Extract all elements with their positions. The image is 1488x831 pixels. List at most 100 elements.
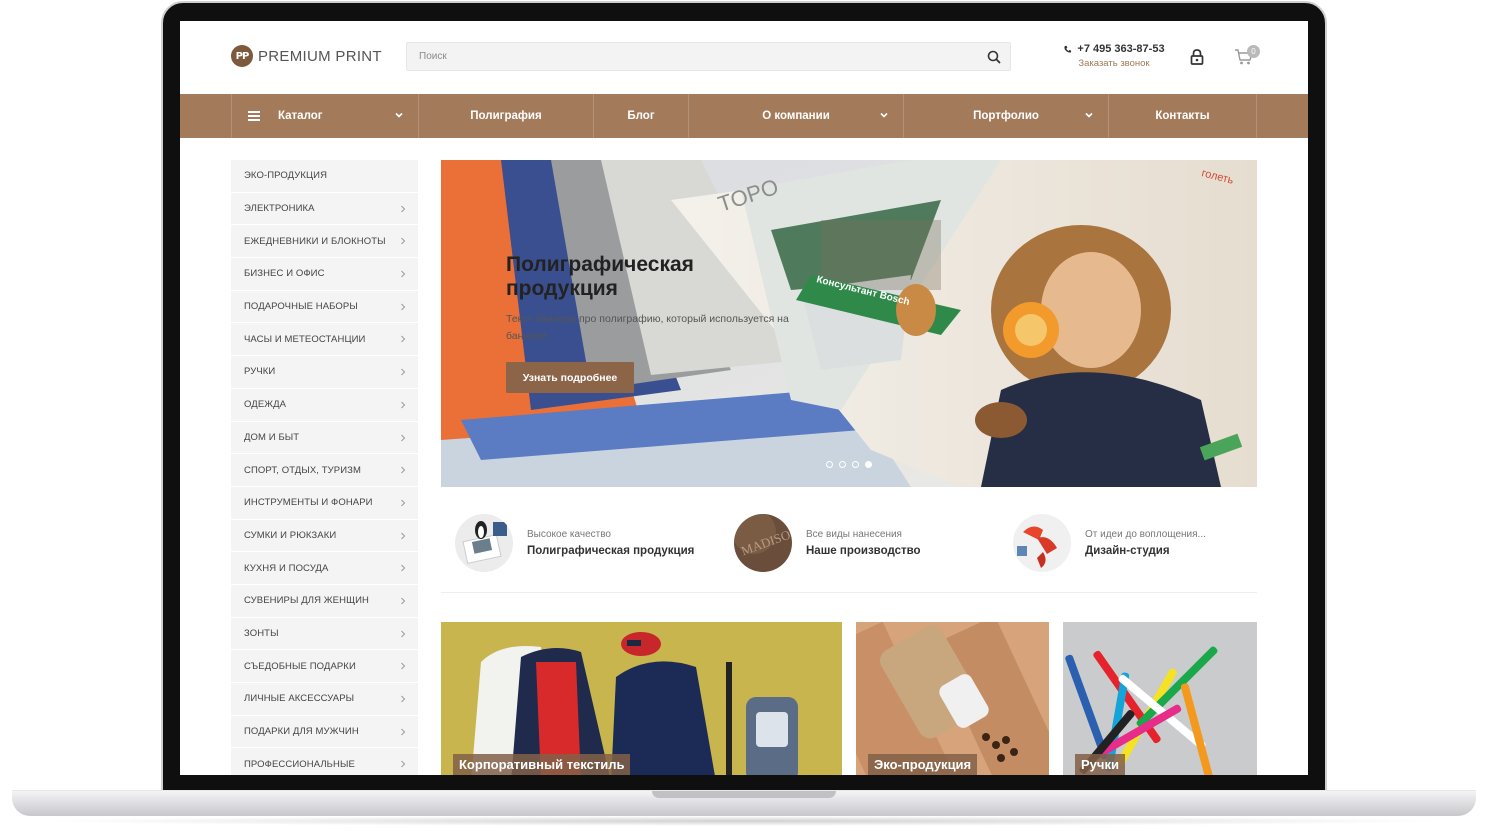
chevron-right-icon xyxy=(401,434,406,441)
chevron-right-icon xyxy=(401,597,406,605)
phone-number[interactable]: +7 495 363-87-53 xyxy=(1060,43,1168,55)
sidebar-item[interactable]: ЕЖЕДНЕВНИКИ И БЛОКНОТЫ xyxy=(231,225,418,259)
sidebar-item-label: ПОДАРКИ ДЛЯ МУЖЧИН xyxy=(244,726,359,738)
sidebar-item-label: СУВЕНИРЫ ДЛЯ ЖЕНЩИН xyxy=(244,595,369,607)
feature-image xyxy=(1013,514,1071,572)
tile-textile[interactable]: Корпоративный текстиль xyxy=(441,622,842,775)
cart-count-badge: 0 xyxy=(1247,45,1260,58)
sidebar-item-label: ПРОФЕССИОНАЛЬНЫЕ xyxy=(244,758,355,770)
tile-pens-image xyxy=(1063,622,1257,775)
feature-production[interactable]: MADISO Все виды нанесения Наше производс… xyxy=(734,507,921,579)
sidebar-item[interactable]: ПОДАРОЧНЫЕ НАБОРЫ xyxy=(231,291,418,324)
feature-subtitle: От идеи до воплощения... xyxy=(1085,529,1206,540)
tile-label: Эко-продукция xyxy=(868,754,978,775)
hamburger-icon xyxy=(248,111,260,121)
sidebar-item[interactable]: ИНСТРУМЕНТЫ И ФОНАРИ xyxy=(231,487,418,520)
chevron-right-icon xyxy=(401,238,406,245)
sidebar-item[interactable]: СЪЕДОБНЫЕ ПОДАРКИ xyxy=(231,650,418,683)
banner-title: Полиграфическая продукция xyxy=(506,253,694,300)
sidebar-item[interactable]: ПОДАРКИ ДЛЯ МУЖЧИН xyxy=(231,716,418,749)
sidebar-item[interactable]: СУВЕНИРЫ ДЛЯ ЖЕНЩИН xyxy=(231,585,418,618)
chevron-right-icon xyxy=(401,761,406,768)
banner-text: Текст баннера про полиграфию, который ис… xyxy=(506,313,789,342)
sidebar-item[interactable]: РУЧКИ xyxy=(231,356,418,389)
sidebar-item[interactable]: КУХНЯ И ПОСУДА xyxy=(231,552,418,585)
search-icon[interactable] xyxy=(986,49,1002,65)
sidebar-item[interactable]: ОДЕЖДА xyxy=(231,389,418,422)
sidebar-item[interactable]: ЧАСЫ И МЕТЕОСТАНЦИИ xyxy=(231,323,418,357)
sidebar-item-label: ЧАСЫ И МЕТЕОСТАНЦИИ xyxy=(244,333,366,345)
laptop-base xyxy=(12,790,1476,816)
learn-more-button[interactable]: Узнать подробнее xyxy=(506,362,634,393)
tile-eco[interactable]: Эко-продукция xyxy=(856,622,1049,775)
tile-textile-image xyxy=(441,622,842,775)
sidebar-item-label: ЗОНТЫ xyxy=(244,627,279,639)
sidebar-item-label: СУМКИ И РЮКЗАКИ xyxy=(244,529,337,541)
sidebar-item[interactable]: ЭЛЕКТРОНИКА xyxy=(231,193,418,226)
laptop-shadow xyxy=(30,816,1458,826)
chevron-down-icon xyxy=(880,112,888,118)
sidebar-item[interactable]: ПРОФЕССИОНАЛЬНЫЕ xyxy=(231,748,418,775)
logo-text: PREMIUM PRINT xyxy=(258,47,382,65)
sidebar-item[interactable]: ДОМ И БЫТ xyxy=(231,422,418,455)
contact-block: +7 495 363-87-53 Заказать звонок xyxy=(1060,43,1168,69)
feature-quality[interactable]: Высокое качество Полиграфическая продукц… xyxy=(455,507,694,579)
sidebar-item[interactable]: СУМКИ И РЮКЗАКИ xyxy=(231,520,418,553)
sidebar-item-label: БИЗНЕС И ОФИС xyxy=(244,268,325,280)
nav-blog-label: Блог xyxy=(627,110,655,122)
chevron-right-icon xyxy=(401,205,406,213)
nav-contacts-label: Контакты xyxy=(1155,110,1210,122)
feature-subtitle: Высокое качество xyxy=(527,529,611,540)
nav-about[interactable]: О компании xyxy=(688,94,903,138)
slider-dot[interactable] xyxy=(839,461,846,468)
website-screen: PP PREMIUM PRINT +7 495 363-87-53 Заказа… xyxy=(180,21,1308,775)
phone-icon xyxy=(1064,45,1072,52)
callback-link[interactable]: Заказать звонок xyxy=(1060,58,1168,69)
nav-blog[interactable]: Блог xyxy=(593,94,688,138)
chevron-right-icon xyxy=(401,662,406,670)
nav-poligrafiya[interactable]: Полиграфия xyxy=(418,94,593,138)
features-row: Высокое качество Полиграфическая продукц… xyxy=(441,507,1257,593)
sidebar-item[interactable]: ЛИЧНЫЕ АКСЕССУАРЫ xyxy=(231,683,418,716)
sidebar-item-label: ЭЛЕКТРОНИКА xyxy=(244,203,315,215)
chevron-down-icon xyxy=(1085,112,1093,118)
chevron-right-icon xyxy=(401,303,406,311)
tile-eco-image xyxy=(856,622,1049,775)
feature-design[interactable]: От идеи до воплощения... Дизайн-студия xyxy=(1013,507,1206,579)
lock-icon[interactable] xyxy=(1188,48,1206,66)
nav-catalog[interactable]: Каталог xyxy=(231,94,418,138)
feature-title: Полиграфическая продукция xyxy=(527,545,695,557)
sidebar-item-label: КУХНЯ И ПОСУДА xyxy=(244,562,329,574)
sidebar-item-label: ЕЖЕДНЕВНИКИ И БЛОКНОТЫ xyxy=(244,235,386,247)
tile-pens[interactable]: Ручки xyxy=(1063,622,1257,775)
nav-about-label: О компании xyxy=(762,110,830,122)
slider-dot[interactable] xyxy=(826,461,833,468)
nav-poligrafiya-label: Полиграфия xyxy=(470,110,542,122)
sidebar-item[interactable]: СПОРТ, ОТДЫХ, ТУРИЗМ xyxy=(231,454,418,487)
nav-portfolio-label: Портфолио xyxy=(973,110,1039,122)
slider-dot-active[interactable] xyxy=(865,461,872,468)
chevron-right-icon xyxy=(401,532,406,539)
sidebar-item[interactable]: ЭКО-ПРОДУКЦИЯ xyxy=(231,160,418,193)
feature-title: Наше производство xyxy=(806,545,921,557)
sidebar-item[interactable]: БИЗНЕС И ОФИС xyxy=(231,258,418,291)
nav-contacts[interactable]: Контакты xyxy=(1108,94,1257,138)
sidebar-item-label: ДОМ И БЫТ xyxy=(244,431,300,443)
catalog-sidebar: ЭКО-ПРОДУКЦИЯ ЭЛЕКТРОНИКА ЕЖЕДНЕВНИКИ И … xyxy=(231,160,418,775)
hero-banner: TOPO Консультант Bosch голеть Полиграфич… xyxy=(441,160,1257,487)
sidebar-item-label: ЭКО-ПРОДУКЦИЯ xyxy=(244,170,328,182)
slider-dots xyxy=(826,461,872,468)
chevron-right-icon xyxy=(401,466,406,474)
chevron-right-icon xyxy=(401,564,406,572)
sidebar-item[interactable]: ЗОНТЫ xyxy=(231,618,418,651)
logo-mark: PP xyxy=(231,45,253,67)
logo[interactable]: PP PREMIUM PRINT xyxy=(231,45,382,67)
chevron-right-icon xyxy=(401,336,406,343)
slider-dot[interactable] xyxy=(852,461,859,468)
feature-subtitle: Все виды нанесения xyxy=(806,529,902,540)
search-input[interactable] xyxy=(407,43,967,70)
search-box xyxy=(406,42,1011,71)
site-header: PP PREMIUM PRINT +7 495 363-87-53 Заказа… xyxy=(180,21,1308,94)
nav-portfolio[interactable]: Портфолио xyxy=(903,94,1108,138)
feature-image: MADISO xyxy=(734,514,792,572)
